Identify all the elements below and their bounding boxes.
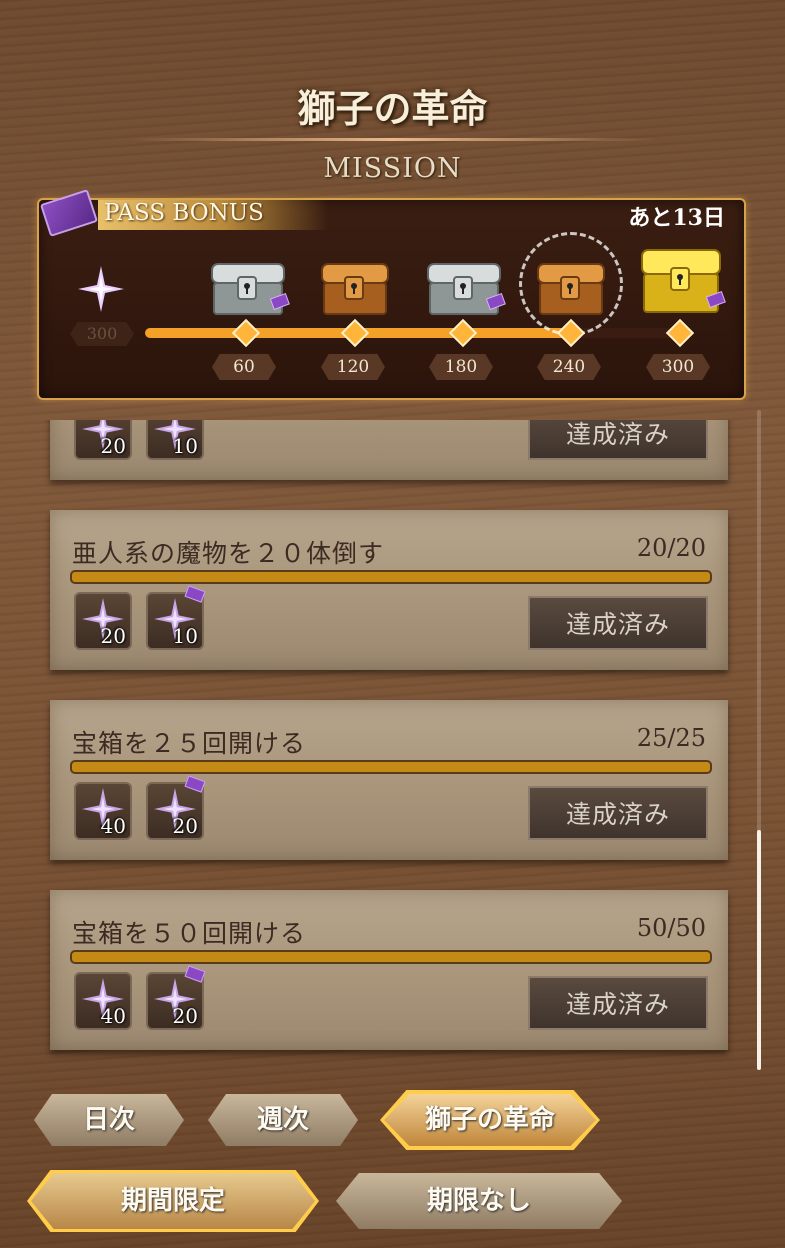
reward-count: 20 [100, 624, 126, 648]
mission-card: 宝箱を５０回開ける 50/50 40 20 達成済み [50, 890, 728, 1050]
reward-item[interactable]: 10 [146, 420, 204, 460]
remaining-days: あと13日 [628, 205, 725, 231]
reward-count: 20 [172, 1004, 198, 1028]
tab-lion-revolution[interactable]: 獅子の革命 [384, 1094, 596, 1146]
pass-bonus-label: PASS BONUS [104, 200, 264, 226]
reward-item[interactable]: 20 [74, 420, 132, 460]
mission-title: 亜人系の魔物を２０体倒す [72, 539, 385, 568]
completed-button[interactable]: 達成済み [528, 786, 708, 840]
mission-title: 宝箱を５０回開ける [72, 919, 307, 948]
milestone-label: 240 [537, 354, 601, 380]
reward-item[interactable]: 40 [74, 972, 132, 1030]
mission-progress-bar [70, 570, 712, 584]
reward-item[interactable]: 20 [146, 775, 206, 840]
silver-chest-icon[interactable] [210, 262, 292, 318]
mission-progress-bar [70, 760, 712, 774]
milestone-label: 300 [646, 354, 710, 380]
milestone-label: 60 [212, 354, 276, 380]
filter-no-limit[interactable]: 期限なし [336, 1173, 622, 1229]
mission-list[interactable]: 20 10 達成済み 亜人系の魔物を２０体倒す 20/20 20 10 達成済み… [0, 420, 785, 1080]
page-subtitle: MISSION [323, 153, 462, 184]
reward-count: 40 [100, 814, 126, 838]
mission-progress-bar [70, 950, 712, 964]
reward-item[interactable]: 20 [74, 592, 132, 650]
pass-progress-track [145, 328, 680, 338]
mission-count: 20/20 [636, 534, 706, 562]
silver-chest-icon[interactable] [426, 262, 508, 318]
tab-weekly[interactable]: 週次 [208, 1094, 358, 1146]
reward-count: 10 [172, 624, 198, 648]
tab-daily[interactable]: 日次 [34, 1094, 184, 1146]
completed-button[interactable]: 達成済み [528, 420, 708, 460]
mission-title: 宝箱を２５回開ける [72, 729, 307, 758]
reward-item[interactable]: 10 [146, 585, 206, 650]
gold-chest-icon[interactable] [640, 248, 728, 316]
mission-count: 25/25 [636, 724, 706, 752]
bronze-chest-icon[interactable] [536, 262, 612, 318]
completed-button[interactable]: 達成済み [528, 596, 708, 650]
completed-button[interactable]: 達成済み [528, 976, 708, 1030]
reward-count: 10 [172, 434, 198, 458]
reward-count: 20 [172, 814, 198, 838]
filter-limited-time[interactable]: 期間限定 [31, 1173, 315, 1229]
milestone-label: 180 [429, 354, 493, 380]
bronze-chest-icon[interactable] [320, 262, 396, 318]
mission-card: 20 10 達成済み [50, 420, 728, 480]
mission-count: 50/50 [636, 914, 706, 942]
mission-card: 亜人系の魔物を２０体倒す 20/20 20 10 達成済み [50, 510, 728, 670]
reward-count: 40 [100, 1004, 126, 1028]
mission-card: 宝箱を２５回開ける 25/25 40 20 達成済み [50, 700, 728, 860]
page-title: 獅子の革命 [297, 86, 488, 131]
reward-item[interactable]: 20 [146, 965, 206, 1030]
scrollbar-thumb[interactable] [757, 830, 761, 1070]
pass-points: 300 [70, 322, 134, 346]
milestone-label: 120 [321, 354, 385, 380]
title-divider [130, 138, 655, 141]
reward-count: 20 [100, 434, 126, 458]
pass-star-icon [78, 266, 124, 312]
reward-item[interactable]: 40 [74, 782, 132, 840]
scrollbar[interactable] [757, 410, 761, 1070]
